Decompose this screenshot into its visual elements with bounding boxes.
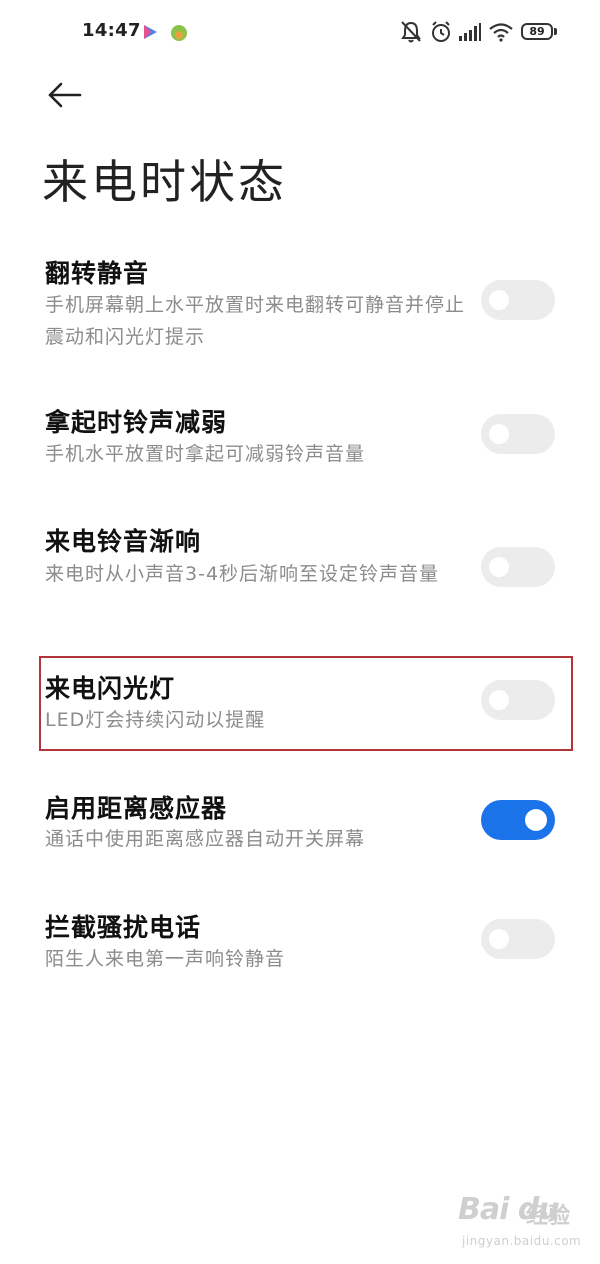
baidu-watermark: Bai du 经验 jingyan.baidu.com (458, 1192, 588, 1254)
setting-proximity-sensor[interactable]: 启用距离感应器 通话中使用距离感应器自动开关屏幕 (0, 786, 600, 866)
bell-muted-icon (401, 21, 421, 43)
setting-title: 翻转静音 (45, 259, 150, 288)
toggle-knob (489, 424, 509, 444)
green-app-icon (171, 25, 187, 41)
setting-pickup-reduce-volume[interactable]: 拿起时铃声减弱 手机水平放置时拿起可减弱铃声音量 (0, 400, 600, 480)
block-spam-calls-toggle[interactable] (481, 919, 555, 959)
toggle-knob (489, 290, 509, 310)
setting-title: 启用距离感应器 (45, 794, 228, 823)
toggle-knob (525, 809, 547, 831)
status-bar: 14:47 89 (0, 0, 600, 66)
watermark-text: 经验 (526, 1204, 571, 1229)
setting-description: 来电时从小声音3-4秒后渐响至设定铃声音量 (45, 563, 440, 585)
status-time: 14:47 (82, 20, 141, 41)
arrow-left-icon (48, 82, 82, 108)
setting-description: 陌生人来电第一声响铃静音 (45, 948, 286, 970)
alarm-icon (432, 21, 450, 42)
setting-block-spam-calls[interactable]: 拦截骚扰电话 陌生人来电第一声响铃静音 (0, 905, 600, 985)
setting-flip-to-mute[interactable]: 翻转静音 手机屏幕朝上水平放置时来电翻转可静音并停止震动和闪光灯提示 (0, 250, 600, 360)
ringtone-crescendo-toggle[interactable] (481, 547, 555, 587)
wifi-icon (489, 23, 513, 42)
setting-title: 来电铃音渐响 (45, 527, 202, 556)
setting-description: 通话中使用距离感应器自动开关屏幕 (45, 828, 366, 850)
pickup-reduce-volume-toggle[interactable] (481, 414, 555, 454)
back-button[interactable] (44, 76, 88, 116)
page-title: 来电时状态 (42, 155, 287, 209)
setting-title: 拿起时铃声减弱 (45, 408, 228, 437)
flip-to-mute-toggle[interactable] (481, 280, 555, 320)
toggle-knob (489, 557, 509, 577)
signal-icon (459, 23, 481, 41)
battery-icon: 89 (521, 23, 553, 40)
highlight-box (39, 656, 573, 751)
setting-description: 手机水平放置时拿起可减弱铃声音量 (45, 443, 366, 465)
battery-nub (554, 28, 557, 35)
setting-title: 拦截骚扰电话 (45, 913, 202, 942)
watermark-url: jingyan.baidu.com (462, 1234, 582, 1248)
toggle-knob (489, 929, 509, 949)
proximity-sensor-toggle[interactable] (481, 800, 555, 840)
setting-description: 手机屏幕朝上水平放置时来电翻转可静音并停止震动和闪光灯提示 (45, 294, 466, 348)
setting-ringtone-crescendo[interactable]: 来电铃音渐响 来电时从小声音3-4秒后渐响至设定铃声音量 (0, 520, 600, 620)
play-app-icon (144, 25, 157, 39)
